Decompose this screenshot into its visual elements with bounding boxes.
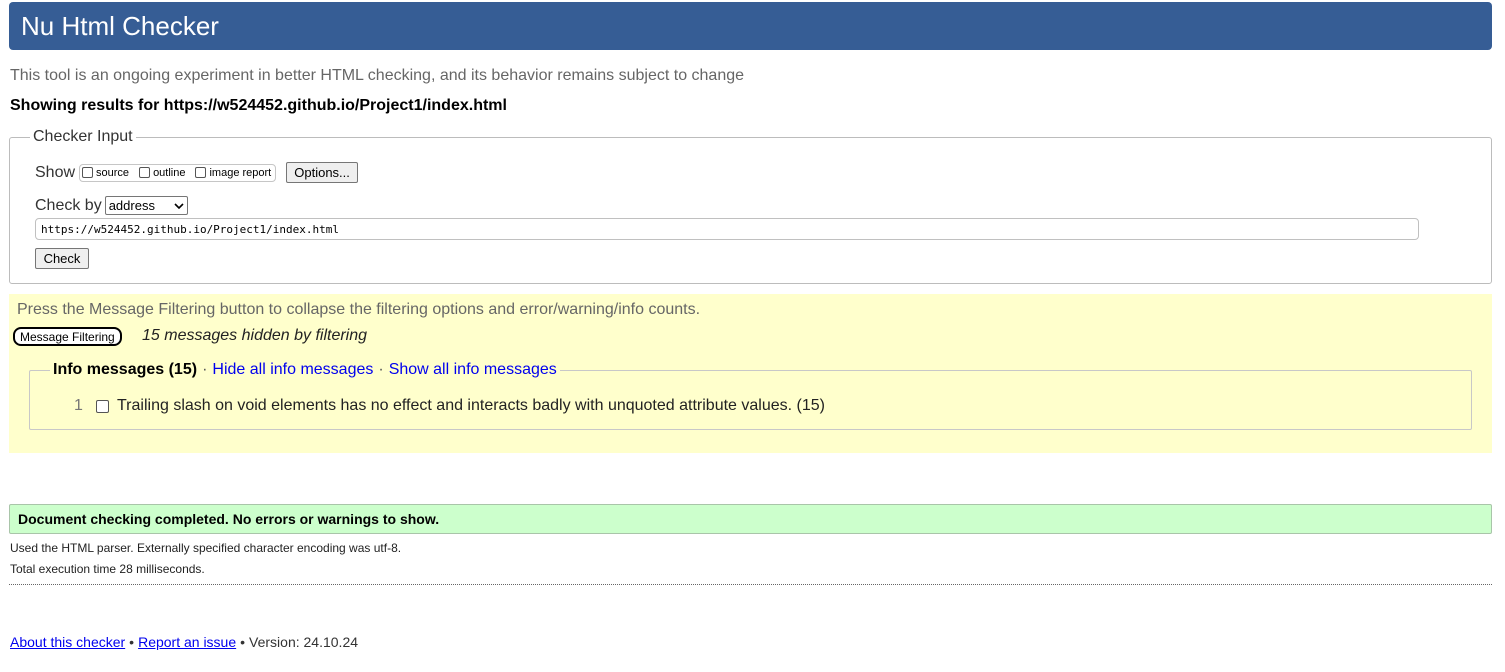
status-badge: Document checking completed. No errors o… — [9, 504, 1492, 534]
filter-hint: Press the Message Filtering button to co… — [17, 301, 701, 318]
show-outline-option[interactable]: outline — [139, 167, 185, 179]
divider — [9, 584, 1492, 585]
message-filtering-panel: Press the Message Filtering button to co… — [9, 294, 1492, 453]
about-checker-link[interactable]: About this checker — [10, 634, 125, 650]
outline-checkbox[interactable] — [139, 167, 151, 178]
check-by-row: Check by address — [35, 196, 188, 215]
show-all-info-link[interactable]: Show all info messages — [389, 361, 557, 379]
message-text: Trailing slash on void elements has no e… — [117, 397, 825, 414]
source-label: source — [96, 166, 130, 179]
page-header: Nu Html Checker — [9, 2, 1492, 50]
show-options-group: source outline image report — [79, 163, 277, 182]
tagline: This tool is an ongoing experiment in be… — [10, 67, 745, 84]
hide-all-info-link[interactable]: Hide all info messages — [212, 361, 373, 379]
message-number: 1 — [74, 397, 83, 414]
list-item: 1 Trailing slash on void elements has no… — [74, 397, 825, 415]
image-report-checkbox[interactable] — [195, 167, 207, 178]
url-input[interactable]: https://w524452.github.io/Project1/index… — [35, 218, 1419, 240]
parser-info: Used the HTML parser. Externally specifi… — [10, 541, 402, 555]
separator-dot: · — [378, 361, 384, 378]
show-row: Show source outline image report Options… — [35, 162, 358, 183]
footer-bullet: • — [240, 634, 246, 650]
info-messages-legend: Info messages (15) · Hide all info messa… — [50, 361, 560, 379]
footer: About this checker • Report an issue • V… — [10, 634, 358, 650]
options-button[interactable]: Options... — [286, 162, 358, 183]
checker-input-legend: Checker Input — [30, 128, 136, 146]
check-by-select[interactable]: address — [104, 196, 188, 215]
version-text: Version: 24.10.24 — [249, 634, 359, 650]
separator-dot: · — [202, 361, 208, 378]
source-checkbox[interactable] — [82, 167, 94, 178]
info-messages-title: Info messages (15) — [53, 361, 198, 378]
results-heading: Showing results for https://w524452.gith… — [10, 97, 507, 114]
chevron-down-icon — [174, 202, 184, 209]
execution-time: Total execution time 28 milliseconds. — [10, 562, 205, 576]
image-report-label: image report — [209, 166, 272, 179]
info-messages-fieldset: Info messages (15) · Hide all info messa… — [29, 361, 1472, 430]
show-image-report-option[interactable]: image report — [195, 167, 271, 179]
check-by-label: Check by — [35, 196, 102, 214]
hidden-messages-count: 15 messages hidden by filtering — [142, 327, 368, 344]
check-button[interactable]: Check — [35, 248, 89, 269]
page-title: Nu Html Checker — [21, 10, 219, 41]
report-issue-link[interactable]: Report an issue — [138, 634, 236, 650]
message-filtering-button[interactable]: Message Filtering — [13, 327, 122, 346]
check-by-value: address — [108, 198, 155, 213]
message-checkbox[interactable] — [96, 399, 109, 413]
outline-label: outline — [153, 166, 186, 179]
checker-input-fieldset: Checker Input Show source outline image … — [9, 128, 1492, 284]
show-label: Show — [35, 163, 76, 181]
footer-bullet: • — [129, 634, 135, 650]
show-source-option[interactable]: source — [82, 167, 129, 179]
